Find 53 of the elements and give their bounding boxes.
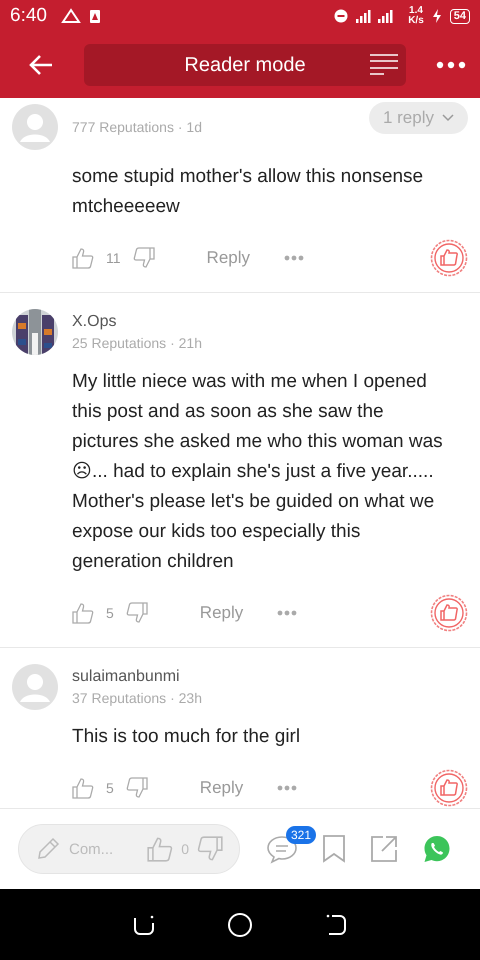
more-options-icon[interactable] (436, 61, 466, 69)
thumbs-down-icon[interactable] (197, 836, 223, 862)
like-count: 5 (106, 605, 114, 621)
speed-value: 1.4 (409, 6, 423, 16)
reply-link[interactable]: Reply (200, 778, 244, 798)
battery-alert-icon (88, 8, 101, 24)
recent-apps-icon[interactable] (132, 912, 156, 936)
thumbs-down-icon[interactable] (126, 777, 148, 799)
chat-app-icon[interactable] (422, 834, 452, 864)
default-avatar-icon (12, 104, 58, 150)
thumbs-up-badge-icon[interactable] (430, 769, 468, 807)
more-icon[interactable] (277, 785, 298, 791)
bookmark-icon[interactable] (322, 835, 346, 863)
reputation-time: 37 Reputations · 23h (72, 689, 203, 708)
battery-level: 54 (450, 8, 470, 24)
charging-bolt-icon (432, 9, 442, 23)
comment-text: This is too much for the girl (72, 725, 302, 749)
thumbs-down-icon[interactable] (126, 602, 148, 624)
user-name[interactable]: X.Ops (72, 311, 468, 333)
text-lines-icon[interactable] (370, 54, 398, 76)
home-icon[interactable] (226, 912, 253, 938)
thumbs-up-icon[interactable] (72, 602, 94, 624)
do-not-disturb-icon (334, 9, 348, 23)
replies-button[interactable]: 1 reply (368, 102, 468, 134)
pencil-icon (35, 836, 61, 862)
like-count: 11 (106, 250, 121, 266)
reputation-time: 25 Reputations · 21h (72, 334, 203, 353)
user-name[interactable]: sulaimanbunmi (72, 666, 468, 688)
like-count: 5 (106, 780, 114, 796)
thumbs-up-icon[interactable] (72, 247, 94, 269)
thumbs-down-icon[interactable] (132, 247, 155, 269)
thumbs-up-icon[interactable] (72, 777, 94, 799)
reply-link[interactable]: Reply (200, 603, 244, 623)
reputation-time: 777 Reputations · 1d (72, 118, 203, 137)
thumbs-up-badge-icon[interactable] (430, 239, 468, 277)
thumbs-up-icon[interactable] (147, 836, 174, 862)
back-arrow-icon[interactable] (28, 54, 54, 76)
page-title: Reader mode (184, 54, 306, 76)
chevron-down-icon (442, 114, 454, 122)
share-icon[interactable] (370, 835, 398, 863)
speed-unit: K/s (408, 16, 424, 26)
comment-count-badge: 321 (286, 826, 316, 844)
warning-triangle-icon (60, 8, 81, 24)
back-icon[interactable] (324, 912, 348, 936)
reader-mode-bar[interactable]: Reader mode (84, 44, 406, 86)
reply-link[interactable]: Reply (206, 248, 250, 268)
more-icon[interactable] (284, 255, 304, 261)
more-icon[interactable] (277, 610, 298, 616)
clock: 6:40 (10, 5, 47, 27)
comment-text: My little niece was with me when I opened this post and as soon as she saw the pictures she asked me who this woman was☹... had to explain she's just a five year..... Mother's please let's be guided on what we expose our kids too especially this generation children (72, 370, 444, 574)
default-avatar-icon (12, 664, 58, 710)
thumbs-up-badge-icon[interactable] (430, 594, 468, 632)
comment-text: some stupid mother's allow this nonsense mtcheeeeew (72, 165, 424, 219)
